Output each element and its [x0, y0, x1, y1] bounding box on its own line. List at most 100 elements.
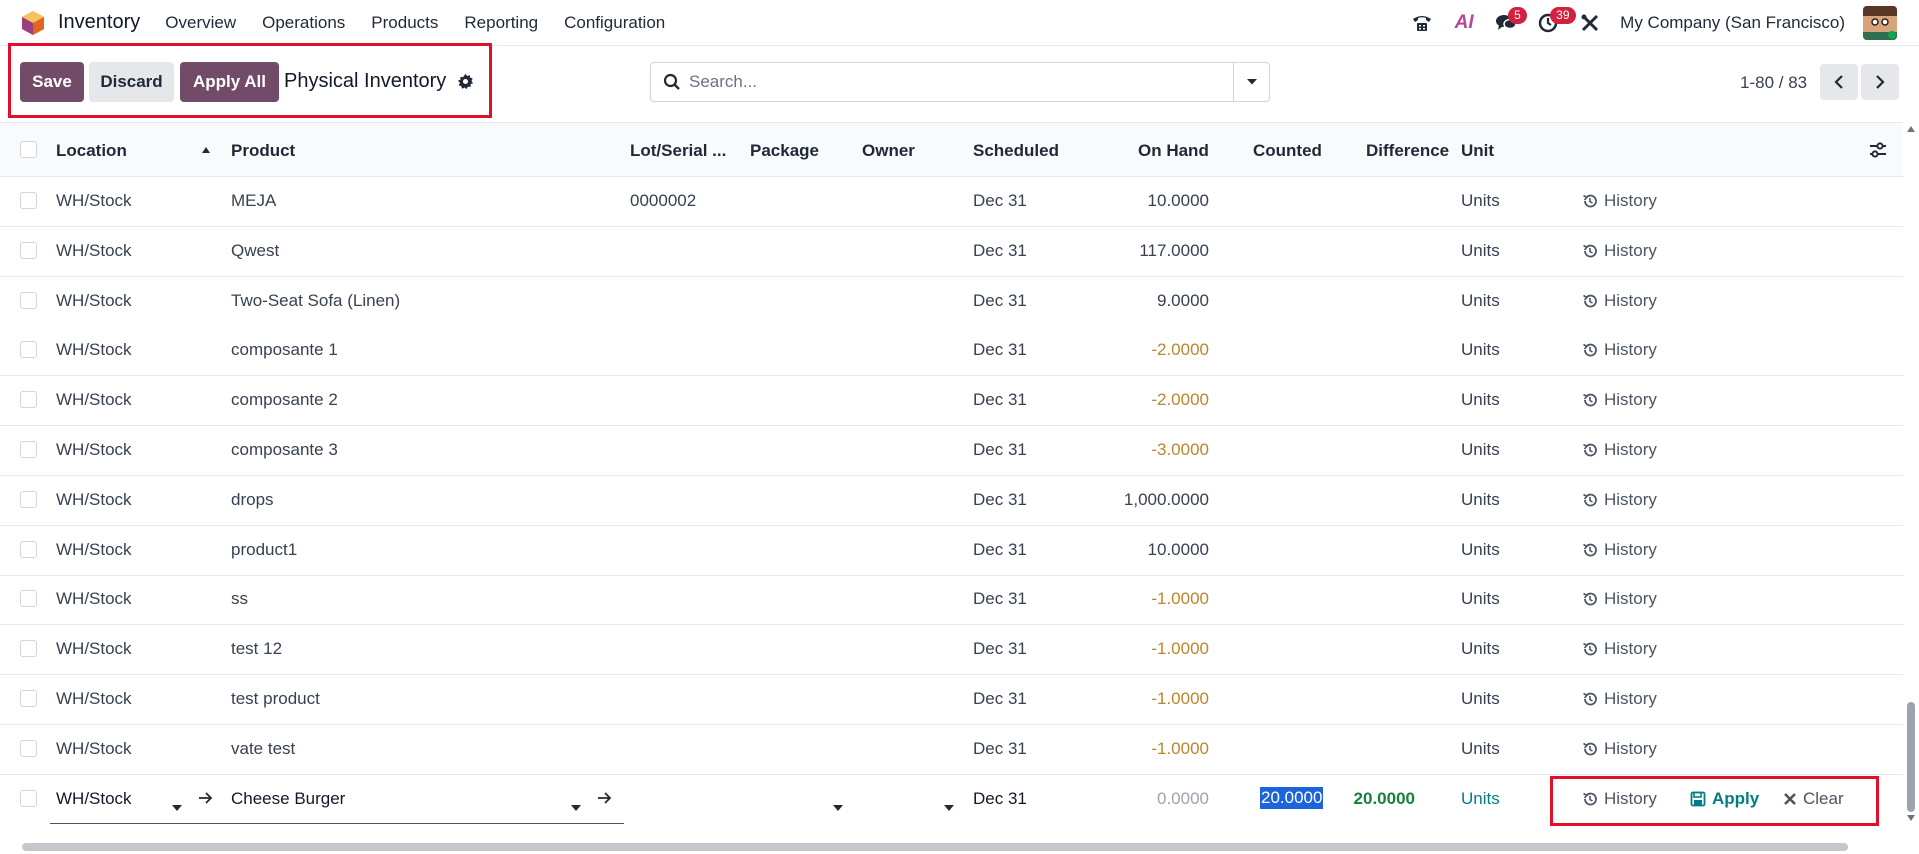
table-row[interactable]: WH/Stock ss Dec 31 -1.0000 Units History — [0, 575, 1903, 626]
unit-cell: Units — [1461, 440, 1500, 459]
table-row[interactable]: WH/Stock composante 1 Dec 31 -2.0000 Units Hi… — [0, 326, 1903, 377]
history-button[interactable]: History — [1582, 639, 1657, 659]
unit-cell: Units — [1461, 191, 1500, 210]
col-counted[interactable]: Counted — [1253, 141, 1322, 161]
search-options-toggle[interactable] — [1233, 63, 1269, 101]
product-cell: ss — [231, 589, 248, 609]
gear-icon[interactable] — [457, 73, 474, 95]
history-icon — [1583, 692, 1597, 706]
phone-icon[interactable] — [1404, 5, 1440, 41]
on-hand-cell: -2.0000 — [1151, 340, 1209, 360]
col-unit[interactable]: Unit — [1461, 141, 1494, 161]
menu-operations[interactable]: Operations — [262, 13, 345, 33]
product-cell: composante 2 — [231, 390, 338, 410]
table-row[interactable]: WH/Stock composante 2 Dec 31 -2.0000 Units Hi… — [0, 376, 1903, 427]
col-owner[interactable]: Owner — [862, 141, 915, 161]
row-checkbox[interactable] — [20, 341, 37, 359]
col-difference[interactable]: Difference — [1366, 141, 1449, 161]
pager-previous-button[interactable] — [1820, 64, 1858, 100]
history-button[interactable]: History — [1582, 739, 1657, 759]
column-settings-icon[interactable] — [1869, 141, 1887, 164]
row-checkbox[interactable] — [20, 490, 37, 508]
product-cell: product1 — [231, 539, 298, 559]
history-button[interactable]: History — [1582, 390, 1657, 410]
row-checkbox[interactable] — [20, 192, 37, 209]
chevron-left-icon — [1834, 75, 1843, 89]
product-dropdown-icon[interactable] — [571, 796, 581, 816]
table-row[interactable]: WH/Stock MEJA 0000002 Dec 31 10.0000 Units His… — [0, 177, 1903, 227]
table-row[interactable]: WH/Stock product1 Dec 31 10.0000 Units Histor… — [0, 525, 1903, 576]
row-checkbox[interactable] — [20, 291, 37, 309]
location-cell: WH/Stock — [56, 589, 132, 609]
unit-cell: Units — [1461, 738, 1500, 758]
unit-cell: Units — [1461, 340, 1500, 360]
menu-overview[interactable]: Overview — [165, 13, 236, 33]
row-checkbox[interactable] — [20, 790, 37, 807]
pager-next-button[interactable] — [1861, 64, 1899, 100]
messages-icon[interactable]: 5 — [1488, 5, 1527, 41]
inventory-app-icon[interactable] — [20, 10, 46, 36]
search-input[interactable] — [689, 72, 1233, 92]
history-button[interactable]: History — [1582, 490, 1657, 510]
product-cell: Two-Seat Sofa (Linen) — [231, 290, 401, 310]
vertical-scrollbar[interactable] — [1903, 122, 1919, 826]
col-lot-serial[interactable]: Lot/Serial ... — [630, 141, 726, 161]
col-on-hand[interactable]: On Hand — [1138, 141, 1209, 161]
menu-products[interactable]: Products — [371, 13, 438, 33]
row-checkbox[interactable] — [20, 241, 37, 259]
pager-value[interactable]: 1-80 / 83 — [1740, 73, 1807, 93]
debug-tools-icon[interactable] — [1572, 5, 1608, 41]
vertical-scroll-thumb[interactable] — [1907, 702, 1915, 812]
history-button[interactable]: History — [1582, 191, 1657, 211]
horizontal-scrollbar[interactable] — [0, 840, 1919, 854]
history-button[interactable]: History — [1582, 291, 1657, 311]
horizontal-scroll-thumb[interactable] — [22, 843, 1848, 851]
product-open-arrow-icon[interactable] — [597, 790, 613, 810]
activities-icon[interactable]: 39 — [1530, 5, 1576, 41]
row-checkbox[interactable] — [20, 739, 37, 757]
col-location[interactable]: Location — [56, 141, 127, 161]
col-product[interactable]: Product — [231, 141, 295, 161]
table-row[interactable]: WH/Stock Two-Seat Sofa (Linen) Dec 31 9.000… — [0, 277, 1903, 327]
table-row[interactable]: WH/Stock vate test Dec 31 -1.0000 Units Histo… — [0, 724, 1903, 775]
table-row[interactable]: WH/Stock test product Dec 31 -1.0000 Units Hi… — [0, 675, 1903, 725]
location-open-arrow-icon[interactable] — [198, 790, 214, 810]
history-button[interactable]: History — [1582, 241, 1657, 261]
location-dropdown-icon[interactable] — [172, 796, 182, 816]
product-field[interactable]: Cheese Burger — [231, 789, 345, 809]
scheduled-cell: Dec 31 — [973, 689, 1027, 708]
row-checkbox[interactable] — [20, 690, 37, 707]
col-package[interactable]: Package — [750, 141, 819, 161]
table-row[interactable]: WH/Stock composante 3 Dec 31 -3.0000 Units Hi… — [0, 426, 1903, 476]
user-avatar[interactable] — [1863, 6, 1897, 40]
location-field[interactable]: WH/Stock — [56, 789, 132, 809]
select-all-checkbox[interactable] — [20, 141, 37, 158]
company-switcher[interactable]: My Company (San Francisco) — [1620, 13, 1845, 33]
row-checkbox[interactable] — [20, 590, 37, 608]
row-checkbox[interactable] — [20, 540, 37, 558]
history-button[interactable]: History — [1582, 540, 1657, 560]
row-checkbox[interactable] — [20, 441, 37, 458]
table-row[interactable]: WH/Stock Qwest Dec 31 117.0000 Units History — [0, 226, 1903, 277]
ai-icon[interactable]: AI — [1446, 5, 1482, 41]
history-button[interactable]: History — [1582, 340, 1657, 360]
col-scheduled[interactable]: Scheduled — [973, 141, 1059, 161]
counted-input[interactable]: 20.0000 — [1260, 787, 1324, 809]
app-name[interactable]: Inventory — [58, 11, 140, 34]
history-button[interactable]: History — [1582, 440, 1657, 460]
menu-configuration[interactable]: Configuration — [564, 13, 665, 33]
discard-button[interactable]: Discard — [89, 62, 174, 102]
package-dropdown-icon[interactable] — [833, 796, 843, 816]
table-row[interactable]: WH/Stock test 12 Dec 31 -1.0000 Units History — [0, 625, 1903, 676]
scheduled-cell: Dec 31 — [973, 440, 1027, 459]
history-button[interactable]: History — [1582, 689, 1657, 709]
menu-reporting[interactable]: Reporting — [464, 13, 538, 33]
save-button[interactable]: Save — [20, 62, 84, 102]
owner-dropdown-icon[interactable] — [944, 796, 954, 816]
history-icon — [1583, 543, 1597, 557]
apply-all-button[interactable]: Apply All — [180, 62, 279, 102]
table-row[interactable]: WH/Stock drops Dec 31 1,000.0000 Units Histor… — [0, 476, 1903, 526]
row-checkbox[interactable] — [20, 391, 37, 409]
history-button[interactable]: History — [1582, 589, 1657, 609]
row-checkbox[interactable] — [20, 640, 37, 658]
